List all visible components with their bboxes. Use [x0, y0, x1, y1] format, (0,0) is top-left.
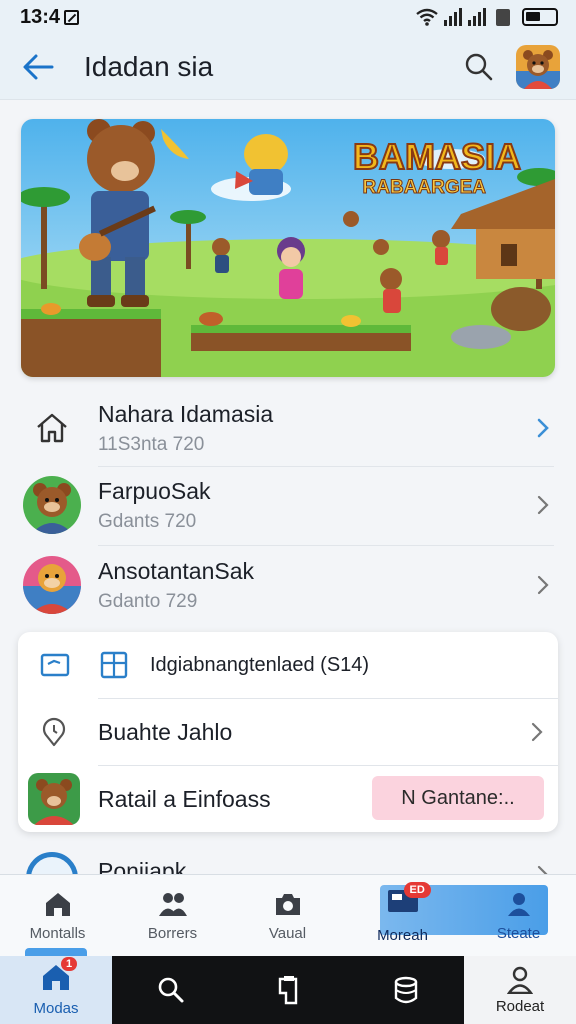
- nav-modas[interactable]: 1 Modas: [0, 956, 112, 1024]
- search-icon: [158, 977, 184, 1003]
- bottom-nav: 1 Modas Rodeat: [0, 948, 576, 1024]
- tab-montalls[interactable]: Montalls: [0, 875, 115, 957]
- user-avatar[interactable]: [516, 44, 560, 89]
- tab-label: Borrers: [147, 924, 198, 942]
- profile-icon: [507, 966, 533, 994]
- tab-vaual[interactable]: Vaual: [230, 875, 345, 957]
- status-bar: 13:4: [0, 0, 576, 34]
- tab-bar: Montalls Borrers Vaual ED Moreah Steate: [0, 874, 576, 956]
- card-row-filter[interactable]: Idgiabnangtenlaed (S14): [18, 632, 558, 698]
- avatar: [26, 852, 78, 876]
- nav-search[interactable]: [112, 956, 230, 1024]
- list-item-title: AnsotantanSak: [98, 557, 255, 584]
- chevron-right-icon: [537, 575, 549, 595]
- grid-icon: [100, 651, 128, 679]
- banner-title: BAMASIA: [353, 136, 521, 177]
- list-item[interactable]: Ponjiapk: [0, 840, 576, 876]
- database-icon: [394, 976, 418, 1004]
- person-icon: [507, 892, 530, 916]
- tab-borrers[interactable]: Borrers: [115, 875, 230, 957]
- battery-icon: [522, 8, 558, 26]
- page-title: Idadan sia: [84, 50, 214, 82]
- folder-icon: [40, 653, 70, 677]
- status-time: 13:4: [20, 5, 61, 28]
- notification-badge: ED: [403, 882, 431, 898]
- home-icon: [45, 892, 70, 916]
- card-row-label: Idgiabnangtenlaed (S14): [150, 653, 370, 676]
- people-icon: [158, 892, 187, 916]
- home-icon: [23, 399, 81, 457]
- tab-steate[interactable]: Steate: [461, 875, 576, 957]
- action-pill-button[interactable]: N Gantane:..: [372, 776, 544, 820]
- avatar: [28, 773, 80, 825]
- card-row-label: Ratail a Einfoass: [98, 785, 271, 812]
- signal-icon-2: [468, 8, 486, 26]
- list-item-subtitle: Gdanto 729: [98, 590, 198, 612]
- search-icon[interactable]: [464, 52, 494, 82]
- chevron-right-icon: [537, 495, 549, 515]
- nav-rodeat[interactable]: Rodeat: [464, 956, 576, 1024]
- card-row-profile: Ratail a Einfoass N Gantane:..: [18, 766, 558, 832]
- location-pin-icon: [42, 717, 66, 747]
- list-item-subtitle: Gdants 720: [98, 510, 197, 532]
- wifi-icon: [416, 8, 438, 26]
- options-card: Idgiabnangtenlaed (S14) Buahte Jahlo Rat…: [18, 632, 558, 832]
- clipboard-icon: [278, 976, 298, 1005]
- back-arrow-icon[interactable]: [22, 53, 54, 81]
- screenshot-icon: [64, 9, 80, 25]
- tab-label: Vaual: [268, 924, 307, 942]
- chevron-right-icon: [531, 722, 543, 742]
- nav-label: Modas: [33, 1000, 79, 1017]
- card-row-time[interactable]: Buahte Jahlo: [18, 699, 558, 765]
- card-row-label: Buahte Jahlo: [98, 718, 233, 745]
- app-bar: Idadan sia: [0, 34, 576, 100]
- chevron-right-icon: [537, 418, 549, 438]
- tab-label: Steate: [496, 924, 541, 942]
- list-item[interactable]: Nahara Idamasia 11S3nta 720: [0, 388, 576, 468]
- notification-badge: 1: [61, 957, 78, 971]
- tab-moreah[interactable]: ED Moreah: [345, 875, 460, 957]
- list-item-subtitle: 11S3nta 720: [98, 433, 205, 455]
- list-item[interactable]: FarpuoSak Gdants 720: [0, 465, 576, 545]
- banner-subtitle: RABAARGEA: [363, 177, 487, 198]
- camera-icon: [275, 893, 300, 915]
- avatar: [23, 556, 81, 614]
- avatar: [23, 476, 81, 534]
- signal-icon: [444, 8, 462, 26]
- list-item-title: Nahara Idamasia: [98, 400, 274, 427]
- nav-clipboard[interactable]: [230, 956, 348, 1024]
- list-item[interactable]: AnsotantanSak Gdanto 729: [0, 545, 576, 625]
- list-item-title: FarpuoSak: [98, 477, 211, 504]
- hero-banner[interactable]: BAMASIA RABAARGEA: [21, 119, 555, 377]
- nav-database[interactable]: [348, 956, 464, 1024]
- sim-icon: [496, 8, 510, 26]
- nav-label: Rodeat: [495, 997, 545, 1015]
- tab-label: Moreah: [377, 927, 428, 944]
- tab-label: Montalls: [29, 924, 86, 942]
